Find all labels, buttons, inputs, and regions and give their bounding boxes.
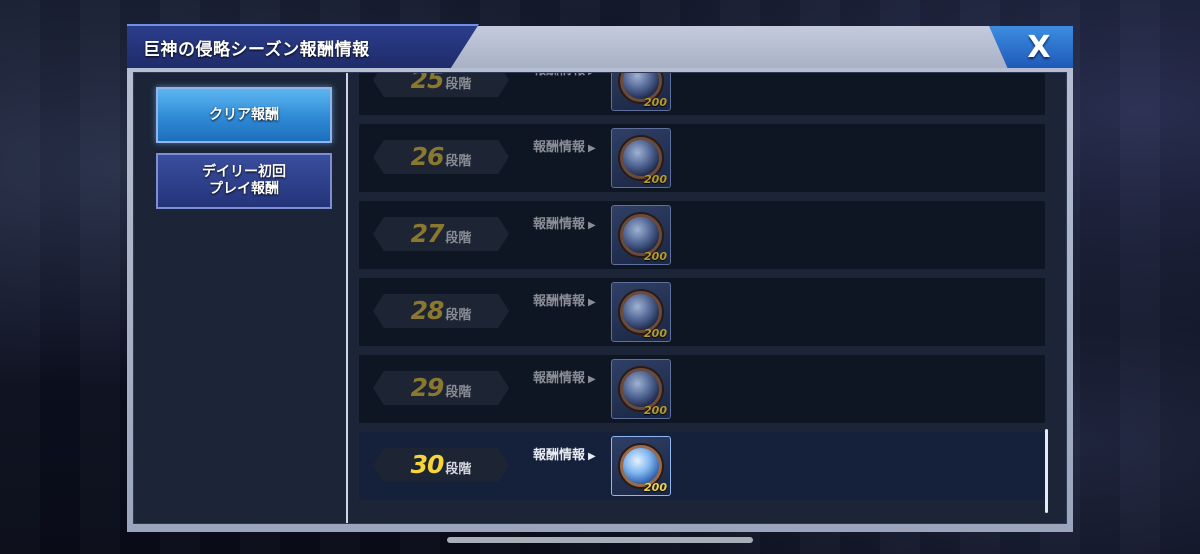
reward-item[interactable]: 200 — [611, 205, 671, 265]
dialog-content: クリア報酬 デイリー初回 プレイ報酬 30 段階 報酬情報 ▶ 200 29 段階 報酬情報 ▶… — [133, 72, 1067, 524]
reward-info-link[interactable]: 報酬情報▶ — [533, 290, 596, 309]
reward-info-link[interactable]: 報酬情報▶ — [533, 444, 596, 463]
reward-row: 30 段階 報酬情報 ▶ 200 — [358, 431, 1046, 501]
tab-daily-first-play-reward[interactable]: デイリー初回 プレイ報酬 — [156, 153, 332, 209]
tab-daily-reward-label: デイリー初回 プレイ報酬 — [202, 164, 286, 197]
reward-item[interactable]: 200 — [611, 128, 671, 188]
sidebar-divider — [346, 73, 348, 523]
reward-item[interactable]: 200 — [611, 436, 671, 496]
reward-quantity: 200 — [644, 327, 667, 340]
stage-badge: 25 段階 — [373, 73, 509, 97]
stage-badge: 30 段階 — [373, 448, 509, 482]
stage-unit: 段階 — [445, 77, 472, 92]
reward-item[interactable]: 200 — [611, 73, 671, 111]
reward-row: 29 段階 報酬情報 ▶ 200 — [358, 354, 1046, 424]
stage-badge: 28 段階 — [373, 294, 509, 328]
reward-row: 25段階 報酬情報▶ 200 — [358, 73, 1046, 116]
reward-quantity: 200 — [644, 173, 667, 186]
stage-number: 28 — [410, 296, 445, 325]
reward-quantity: 200 — [644, 96, 667, 109]
play-arrow-icon[interactable]: ▶ — [588, 143, 596, 154]
reward-info-link[interactable]: 報酬情報▶ — [533, 367, 596, 386]
stage-badge: 26 段階 — [373, 140, 509, 174]
tab-clear-reward-label: クリア報酬 — [209, 106, 279, 123]
stage-unit: 段階 — [445, 308, 472, 323]
reward-info-link[interactable]: 報酬情報▶ — [533, 136, 596, 155]
reward-list[interactable]: 30 段階 報酬情報 ▶ 200 29 段階 報酬情報 ▶ 200 28 段階 報酬情報 ▶ 200 27 段階… — [358, 73, 1050, 523]
stage-unit: 段階 — [445, 231, 472, 246]
stage-number: 25 — [410, 73, 445, 94]
play-arrow-icon[interactable]: ▶ — [588, 73, 596, 77]
reward-info-link[interactable]: 報酬情報▶ — [533, 73, 596, 78]
reward-row: 26 段階 報酬情報 ▶ 200 — [358, 123, 1046, 193]
reward-info-label[interactable]: 報酬情報 — [533, 448, 585, 463]
home-indicator — [447, 537, 753, 543]
reward-info-label[interactable]: 報酬情報 — [533, 140, 585, 155]
stage-unit: 段階 — [445, 154, 472, 169]
reward-quantity: 200 — [644, 404, 667, 417]
stage-unit: 段階 — [445, 385, 472, 400]
dialog-title: 巨神の侵略シーズン報酬情報 — [143, 40, 370, 60]
stage-number: 27 — [410, 219, 445, 248]
reward-item[interactable]: 200 — [611, 282, 671, 342]
play-arrow-icon[interactable]: ▶ — [588, 374, 596, 385]
dialog-top-bar — [449, 26, 1009, 68]
reward-info-label[interactable]: 報酬情報 — [533, 294, 585, 309]
reward-info-link[interactable]: 報酬情報▶ — [533, 213, 596, 232]
stage-unit: 段階 — [445, 462, 472, 477]
stage-number: 26 — [410, 142, 445, 171]
reward-quantity: 200 — [644, 250, 667, 263]
reward-row: 28 段階 報酬情報 ▶ 200 — [358, 277, 1046, 347]
stage-badge: 27 段階 — [373, 217, 509, 251]
reward-info-label[interactable]: 報酬情報 — [533, 371, 585, 386]
season-reward-dialog: 巨神の侵略シーズン報酬情報 X クリア報酬 デイリー初回 プレイ報酬 30 段階報… — [127, 24, 1073, 532]
tab-clear-reward[interactable]: クリア報酬 — [156, 87, 332, 143]
reward-quantity: 200 — [644, 481, 667, 494]
reward-info-label[interactable]: 報酬情報 — [533, 217, 585, 232]
dialog-frame: クリア報酬 デイリー初回 プレイ報酬 30 段階 報酬情報 ▶ 200 29 段階 報酬情報 ▶… — [127, 68, 1073, 532]
list-scrollbar[interactable] — [1045, 429, 1048, 513]
play-arrow-icon[interactable]: ▶ — [588, 451, 596, 462]
play-arrow-icon[interactable]: ▶ — [588, 220, 596, 231]
reward-info-label[interactable]: 報酬情報 — [533, 73, 585, 78]
stage-number: 29 — [410, 373, 445, 402]
play-arrow-icon[interactable]: ▶ — [588, 297, 596, 308]
stage-badge: 29 段階 — [373, 371, 509, 405]
close-icon[interactable]: X — [1027, 30, 1050, 65]
stage-number: 30 — [410, 450, 445, 479]
reward-row: 27 段階 報酬情報 ▶ 200 — [358, 200, 1046, 270]
reward-item[interactable]: 200 — [611, 359, 671, 419]
dialog-title-tab: 巨神の侵略シーズン報酬情報 — [127, 24, 479, 68]
